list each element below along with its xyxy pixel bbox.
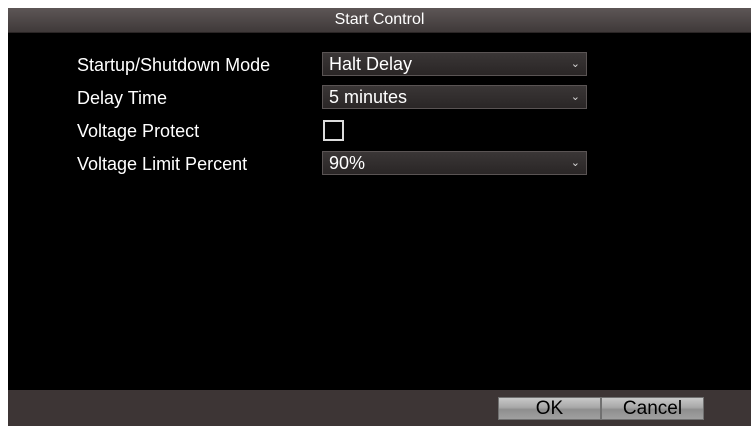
chevron-down-icon: ⌄	[570, 58, 580, 70]
startup-mode-select[interactable]: Halt Delay ⌄	[322, 52, 587, 76]
start-control-dialog: Start Control Startup/Shutdown Mode Halt…	[8, 8, 751, 426]
dialog-title: Start Control	[8, 8, 751, 33]
startup-mode-label: Startup/Shutdown Mode	[77, 55, 271, 75]
cancel-button[interactable]: Cancel	[601, 397, 704, 420]
ok-button[interactable]: OK	[498, 397, 601, 420]
voltage-limit-value: 90%	[329, 153, 366, 173]
dialog-footer: OK Cancel	[8, 390, 751, 426]
delay-time-label: Delay Time	[77, 88, 168, 108]
startup-mode-value: Halt Delay	[329, 54, 413, 74]
delay-time-select[interactable]: 5 minutes ⌄	[322, 85, 587, 109]
voltage-limit-select[interactable]: 90% ⌄	[322, 151, 587, 175]
delay-time-value: 5 minutes	[329, 87, 408, 107]
voltage-protect-label: Voltage Protect	[77, 121, 200, 141]
voltage-protect-checkbox[interactable]	[323, 120, 344, 141]
chevron-down-icon: ⌄	[570, 157, 580, 169]
voltage-limit-label: Voltage Limit Percent	[77, 154, 248, 174]
chevron-down-icon: ⌄	[570, 91, 580, 103]
